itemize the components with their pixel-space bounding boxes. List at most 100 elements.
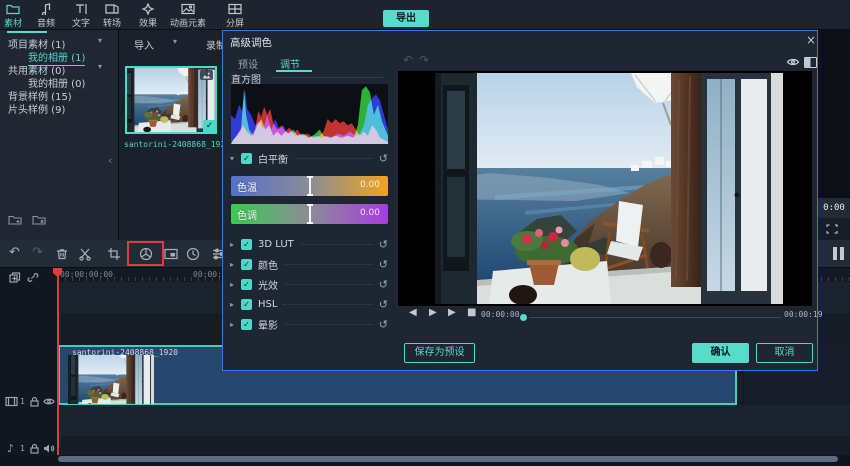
clip-in-use-check-badge: ✓	[203, 120, 216, 133]
video-track-number: 1	[20, 397, 25, 406]
previous-frame-icon[interactable]: ◀	[409, 307, 417, 318]
close-icon[interactable]: ×	[803, 32, 819, 48]
chevron-right-icon[interactable]: ▸	[230, 260, 241, 269]
slider-handle[interactable]	[309, 204, 311, 224]
sidebar-item-intro-samples[interactable]: 片头样例 (9)	[8, 101, 65, 116]
hsl-checkbox[interactable]: ✓	[241, 299, 252, 310]
slider-handle[interactable]	[309, 176, 311, 196]
3dlut-label: 3D LUT	[258, 239, 294, 250]
reset-icon[interactable]: ↺	[379, 152, 388, 165]
delete-icon[interactable]	[55, 247, 69, 261]
import-button[interactable]: 导入	[134, 37, 154, 52]
export-button[interactable]: 导出	[383, 10, 429, 27]
redo-icon[interactable]: ↷	[419, 53, 429, 67]
compare-eye-icon[interactable]	[786, 56, 800, 68]
folder-icon	[6, 3, 20, 15]
cancel-button[interactable]: 取消	[756, 343, 813, 363]
track-options-icon[interactable]	[833, 247, 844, 260]
chevron-right-icon[interactable]: ▸	[230, 320, 241, 329]
reset-icon[interactable]: ↺	[379, 278, 388, 291]
video-track-icon	[5, 396, 18, 407]
progress-track[interactable]	[529, 317, 781, 318]
progress-handle[interactable]	[520, 314, 527, 321]
tint-label: 色调	[237, 207, 257, 222]
play-icon[interactable]: ▶	[429, 307, 437, 318]
chevron-right-icon[interactable]: ▸	[230, 280, 241, 289]
audio-track-number: 1	[20, 444, 25, 453]
media-thumbnail-santorini[interactable]: ✓	[125, 66, 217, 134]
next-frame-icon[interactable]: ▶	[448, 307, 456, 318]
add-folder-icon[interactable]	[8, 214, 22, 226]
text-icon	[74, 3, 88, 15]
tab-adjust[interactable]: 调节	[280, 56, 300, 71]
temperature-label: 色温	[237, 179, 257, 194]
record-button[interactable]: 录制	[206, 37, 222, 52]
audio-track-icon: ♪	[7, 442, 14, 455]
chevron-down-icon[interactable]: ▾	[98, 36, 102, 45]
save-as-preset-button[interactable]: 保存为预设	[404, 343, 475, 363]
temperature-slider[interactable]: 色温 0.00	[231, 176, 388, 196]
pip-icon[interactable]	[164, 247, 178, 261]
divider	[284, 324, 373, 325]
music-note-icon	[39, 3, 53, 15]
preview-timecode: 0:00	[818, 198, 850, 218]
playhead[interactable]	[57, 268, 59, 455]
speaker-icon[interactable]	[43, 443, 55, 454]
transition-icon	[105, 3, 119, 15]
color-checkbox[interactable]: ✓	[241, 259, 252, 270]
audio-track-lane[interactable]	[0, 405, 850, 436]
lock-icon[interactable]	[29, 396, 40, 407]
eye-icon[interactable]	[43, 396, 55, 407]
empty-track-lane[interactable]	[0, 436, 850, 455]
reset-icon[interactable]: ↺	[379, 258, 388, 271]
library-sidebar: 项目素材 (1) ▾ 我的相册 (1) 共用素材 (0) ▾ 我的相册 (0) …	[0, 30, 118, 240]
undo-icon[interactable]: ↶	[9, 244, 20, 262]
temperature-value: 0.00	[360, 180, 380, 190]
divider	[283, 304, 372, 305]
reset-icon[interactable]: ↺	[379, 238, 388, 251]
white-balance-row: ▾ ✓ 白平衡 ↺	[230, 151, 388, 165]
section-row-3dlut: ▸ ✓ 3D LUT ↺	[230, 237, 388, 251]
fullscreen-icon[interactable]	[826, 224, 838, 234]
chevron-down-icon[interactable]: ▾	[230, 154, 241, 163]
duplicate-icon[interactable]	[9, 272, 21, 283]
confirm-button[interactable]: 确认	[692, 343, 749, 363]
delete-folder-icon[interactable]	[32, 214, 46, 226]
tint-slider[interactable]: 色调 0.00	[231, 204, 388, 224]
chevron-down-icon[interactable]: ▾	[173, 37, 177, 46]
current-time: 00:00:00	[481, 310, 520, 319]
redo-icon[interactable]: ↷	[32, 244, 43, 262]
light-checkbox[interactable]: ✓	[241, 279, 252, 290]
reset-icon[interactable]: ↺	[379, 298, 388, 311]
crop-icon[interactable]	[107, 247, 121, 261]
preview-video-area	[818, 30, 850, 198]
divider	[300, 244, 373, 245]
section-row-vignette: ▸ ✓ 晕影 ↺	[230, 317, 388, 331]
preview-video-frame	[435, 73, 783, 304]
tab-splitscreen[interactable]: 分屏	[213, 2, 257, 29]
white-balance-checkbox[interactable]: ✓	[241, 153, 252, 164]
advanced-color-dialog: 高级调色 × 预设 调节 直方图 ▾ ✓ 白平衡 ↺ 色温 0.00 色调 0.…	[222, 30, 818, 371]
undo-icon[interactable]: ↶	[403, 53, 413, 67]
timeline-scrollbar[interactable]	[58, 456, 838, 462]
reset-icon[interactable]: ↺	[379, 318, 388, 331]
ab-compare-icon[interactable]	[804, 57, 817, 68]
vignette-checkbox[interactable]: ✓	[241, 319, 252, 330]
section-row-light: ▸ ✓ 光效 ↺	[230, 277, 388, 291]
media-panel: 导入 ▾ 录制 ✓ santorini-2408868_1920	[118, 30, 222, 240]
tab-presets[interactable]: 预设	[238, 56, 258, 71]
lock-icon[interactable]	[29, 443, 40, 454]
stop-icon[interactable]: ■	[467, 307, 476, 318]
chevron-down-icon[interactable]: ▾	[98, 62, 102, 71]
media-clip-name: santorini-2408868_1920	[124, 140, 222, 149]
link-icon[interactable]	[27, 272, 39, 283]
speed-clock-icon[interactable]	[186, 247, 200, 261]
chevron-right-icon[interactable]: ▸	[230, 240, 241, 249]
chevron-right-icon[interactable]: ▸	[230, 300, 241, 309]
white-balance-label: 白平衡	[258, 151, 288, 166]
tab-elements[interactable]: 动画元素	[158, 2, 218, 29]
collapse-panel-icon[interactable]: ‹	[108, 154, 112, 167]
3dlut-checkbox[interactable]: ✓	[241, 239, 252, 250]
light-label: 光效	[258, 277, 278, 292]
split-scissors-icon[interactable]	[78, 247, 92, 261]
